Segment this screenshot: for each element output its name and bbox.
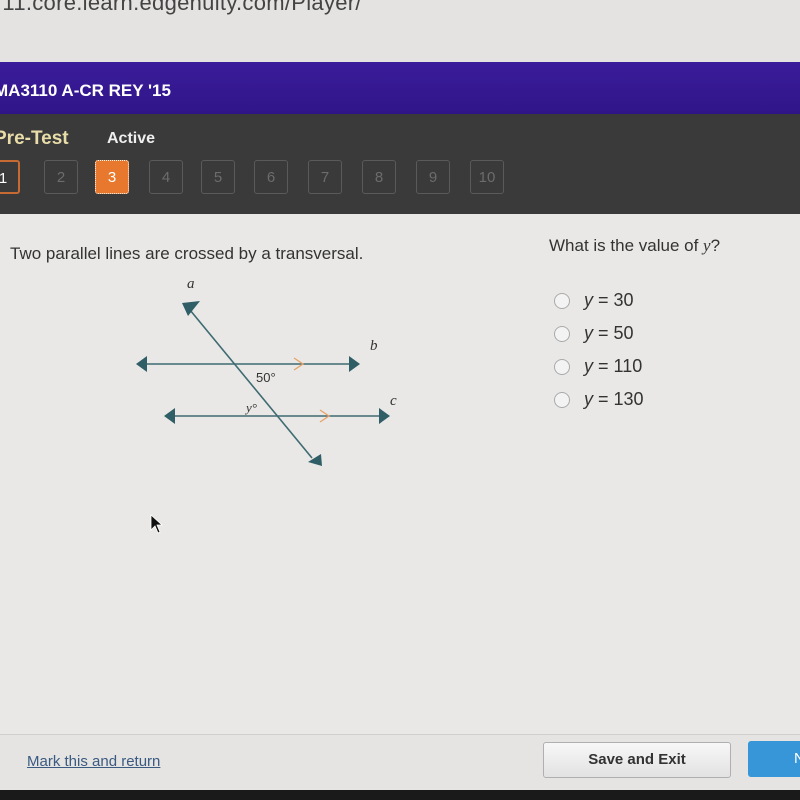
question-text: What is the value of y? [549, 236, 721, 255]
question-button-10[interactable]: 10 [470, 160, 504, 194]
question-button-2[interactable]: 2 [44, 160, 78, 194]
footer-bar: Mark this and return Save and Exit N [0, 734, 800, 791]
next-button[interactable]: N [748, 741, 800, 777]
question-button-9[interactable]: 9 [416, 160, 450, 194]
question-button-4[interactable]: 4 [149, 160, 183, 194]
radio-button[interactable] [554, 358, 570, 375]
activity-type: Pre-Test [0, 128, 69, 149]
question-button-5[interactable]: 5 [201, 160, 235, 194]
question-button-1[interactable]: 1 [0, 160, 20, 194]
transversal-line-a [189, 309, 313, 459]
transversal-arrowhead-top [182, 301, 200, 316]
course-title: MA3110 A-CR REY '15 [0, 81, 171, 100]
answer-option-1[interactable]: y = 30 [554, 284, 644, 317]
answer-options: y = 30 y = 50 y = 110 y = 130 [554, 284, 644, 416]
question-button-6[interactable]: 6 [254, 160, 288, 194]
question-content: Two parallel lines are crossed by a tran… [0, 214, 800, 734]
activity-status: Active [107, 130, 156, 147]
radio-button[interactable] [554, 391, 570, 408]
line-c-arrowhead-left [164, 408, 175, 424]
line-c-arrowhead-right [379, 408, 390, 424]
question-button-8[interactable]: 8 [362, 160, 396, 194]
question-button-3[interactable]: 3 [95, 160, 129, 194]
radio-button[interactable] [554, 325, 570, 342]
angle-label-50: 50° [256, 370, 276, 385]
answer-option-3[interactable]: y = 110 [554, 350, 644, 383]
screen-bezel [0, 790, 800, 800]
mark-and-return-link[interactable]: Mark this and return [27, 753, 160, 770]
course-header: MA3110 A-CR REY '15 [0, 62, 800, 114]
question-button-7[interactable]: 7 [308, 160, 342, 194]
url-text[interactable]: f11.core.learn.edgenuity.com/Player/ [0, 0, 362, 16]
label-a: a [187, 276, 195, 292]
activity-bar: Pre-Test Active 1 2 3 4 5 6 7 8 9 10 [0, 114, 800, 214]
radio-button[interactable] [554, 292, 570, 309]
answer-option-2[interactable]: y = 50 [554, 317, 644, 350]
angle-label-y: y° [244, 400, 257, 415]
save-and-exit-button[interactable]: Save and Exit [543, 742, 731, 778]
problem-prompt: Two parallel lines are crossed by a tran… [10, 244, 364, 263]
label-b: b [370, 338, 378, 354]
line-b-arrowhead-left [136, 356, 147, 372]
answer-option-4[interactable]: y = 130 [554, 383, 644, 416]
line-b-arrowhead-right [349, 356, 360, 372]
label-c: c [390, 393, 397, 409]
mouse-cursor-icon [150, 514, 164, 534]
parallel-lines-diagram: a b c 50° y° [136, 276, 397, 466]
browser-address-bar[interactable]: f11.core.learn.edgenuity.com/Player/ [0, 0, 800, 62]
